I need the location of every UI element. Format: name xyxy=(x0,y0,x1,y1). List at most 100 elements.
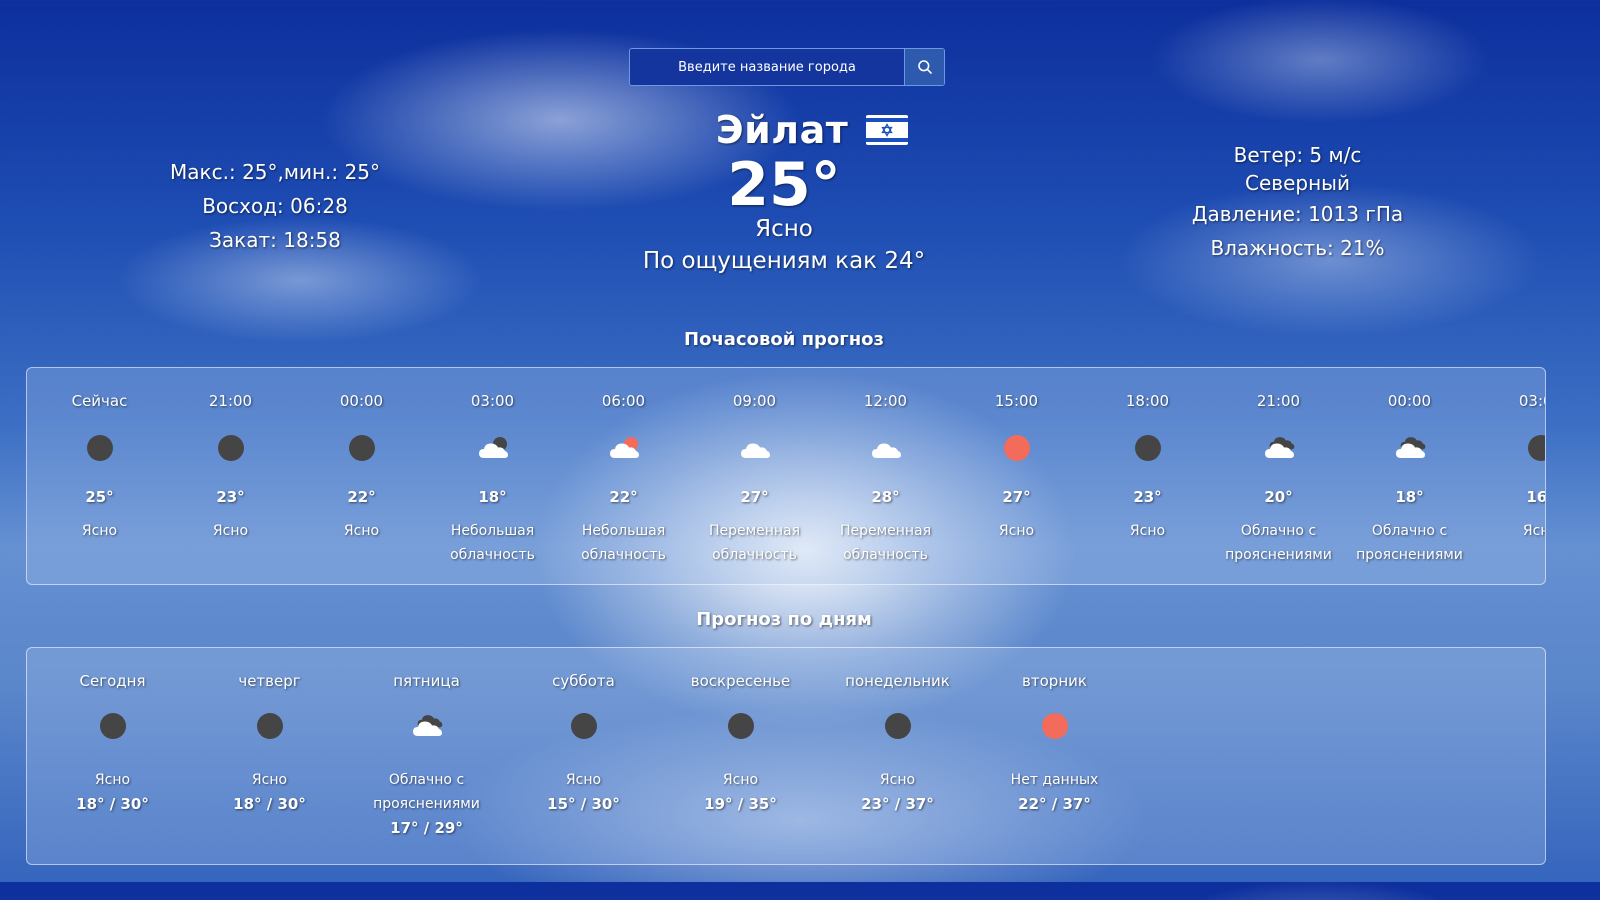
daily-title: Прогноз по дням xyxy=(696,609,872,630)
hourly-temp: 16° xyxy=(1526,488,1545,506)
hourly-time: 09:00 xyxy=(732,392,777,410)
daily-condition-text: Ясно xyxy=(565,772,602,788)
search-button[interactable] xyxy=(904,49,944,85)
cloud-icon xyxy=(739,434,771,462)
daily-temp-range: 19° / 35° xyxy=(704,795,777,813)
wind-direction: Северный xyxy=(1245,171,1350,195)
daily-temp-range: 18° / 30° xyxy=(233,795,306,813)
daily-temp-range: 15° / 30° xyxy=(547,795,620,813)
clouds-icon xyxy=(411,712,443,742)
moon-icon xyxy=(215,434,247,462)
hourly-temp: 27° xyxy=(1002,488,1031,506)
daily-condition: Ясно 15° / 30° xyxy=(505,768,662,816)
hourly-time: 12:00 xyxy=(863,392,908,410)
hourly-temp: 28° xyxy=(871,488,900,506)
weather-details: Ветер: 5 м/с Северный Давление: 1013 гПа… xyxy=(1170,141,1425,265)
hourly-time: 18:00 xyxy=(1125,392,1170,410)
clouds-icon xyxy=(1394,434,1426,462)
daily-day: вторник xyxy=(1022,672,1087,690)
max-min-temp: Макс.: 25°,мин.: 25° xyxy=(170,160,380,184)
moon-icon xyxy=(254,712,286,742)
hourly-temp: 25° xyxy=(85,488,114,506)
daily-temp-range: 23° / 37° xyxy=(861,795,934,813)
pressure: Давление: 1013 гПа xyxy=(1191,202,1404,226)
hourly-time: Сейчас xyxy=(71,392,128,410)
hourly-desc: Ясно xyxy=(212,523,249,539)
search-icon xyxy=(918,60,932,74)
clouds-icon xyxy=(1263,434,1295,462)
moon-icon xyxy=(882,712,914,742)
hourly-time: 06:00 xyxy=(601,392,646,410)
hourly-time: 15:00 xyxy=(994,392,1039,410)
moon-icon xyxy=(84,434,116,462)
hourly-time: 03:00 xyxy=(1518,392,1545,410)
moon-icon xyxy=(97,712,129,742)
daily-day: Сегодня xyxy=(79,672,146,690)
hourly-desc: Ясно xyxy=(81,523,118,539)
hourly-temp: 20° xyxy=(1264,488,1293,506)
city-name: Эйлат xyxy=(715,108,849,152)
hourly-temp: 23° xyxy=(1133,488,1162,506)
hourly-desc: Переменная облачность xyxy=(708,523,801,563)
hourly-temp: 23° xyxy=(216,488,245,506)
daily-condition: Нет данных 22° / 37° xyxy=(976,768,1133,816)
daily-forecast-panel: Сегодня Ясно 18° / 30° четверг Ясно 18° / 30°… xyxy=(26,647,1546,865)
hourly-time: 00:00 xyxy=(1387,392,1432,410)
daily-temp-range: 17° / 29° xyxy=(390,819,463,837)
hourly-forecast-panel[interactable]: Сейчас 25° Ясно 21:00 23° Ясно 00:00 22° Ясно 03:… xyxy=(26,367,1546,585)
daily-day: пятница xyxy=(393,672,460,690)
moon-icon xyxy=(568,712,600,742)
hourly-desc: Небольшая облачность xyxy=(450,523,535,563)
city-search xyxy=(629,48,945,86)
daily-day: суббота xyxy=(552,672,615,690)
hourly-desc: Облачно с прояснениями xyxy=(1356,523,1463,563)
daily-day: понедельник xyxy=(845,672,950,690)
cloud-moon-icon xyxy=(477,434,509,462)
daily-condition-text: Ясно xyxy=(879,772,916,788)
hourly-title: Почасовой прогноз xyxy=(684,329,884,350)
daily-condition-text: Ясно xyxy=(251,772,288,788)
daily-condition: Ясно 18° / 30° xyxy=(191,768,348,816)
daily-condition: Ясно 19° / 35° xyxy=(662,768,819,816)
daily-condition-text: Ясно xyxy=(94,772,131,788)
hourly-time: 00:00 xyxy=(339,392,384,410)
hourly-time: 21:00 xyxy=(1256,392,1301,410)
daily-day: воскресенье xyxy=(690,672,791,690)
cloud-sun-icon xyxy=(608,434,640,462)
hourly-desc: Ясно xyxy=(1129,523,1166,539)
hourly-temp: 18° xyxy=(1395,488,1424,506)
wind-speed: Ветер: 5 м/с xyxy=(1233,143,1362,167)
hourly-temp: 27° xyxy=(740,488,769,506)
humidity: Влажность: 21% xyxy=(1210,236,1385,260)
daily-temp-range: 22° / 37° xyxy=(1018,795,1091,813)
hourly-time: 21:00 xyxy=(208,392,253,410)
daily-condition-text: Нет данных xyxy=(1010,772,1099,788)
sun-icon xyxy=(1001,434,1033,462)
hourly-desc: Ясно xyxy=(1522,523,1545,539)
hourly-desc: Переменная облачность xyxy=(839,523,932,563)
hourly-temp: 18° xyxy=(478,488,507,506)
hourly-temp: 22° xyxy=(609,488,638,506)
cloud-icon xyxy=(870,434,902,462)
daily-condition: Облачно с прояснениями 17° / 29° xyxy=(348,768,505,840)
hourly-time: 03:00 xyxy=(470,392,515,410)
search-input[interactable] xyxy=(630,49,904,85)
hourly-desc: Облачно с прояснениями xyxy=(1225,523,1332,563)
daily-condition: Ясно 23° / 37° xyxy=(819,768,976,816)
daily-condition: Ясно 18° / 30° xyxy=(34,768,191,816)
israel-flag-icon xyxy=(866,115,909,145)
hourly-desc: Небольшая облачность xyxy=(581,523,666,563)
moon-icon xyxy=(1525,434,1545,462)
hourly-desc: Ясно xyxy=(343,523,380,539)
daily-temp-range: 18° / 30° xyxy=(76,795,149,813)
daily-day: четверг xyxy=(238,672,301,690)
sunset-time: Закат: 18:58 xyxy=(209,228,341,252)
moon-icon xyxy=(346,434,378,462)
sunrise-time: Восход: 06:28 xyxy=(202,194,348,218)
sun-icon xyxy=(1039,712,1071,742)
day-details: Макс.: 25°,мин.: 25° Восход: 06:28 Закат… xyxy=(150,155,400,257)
moon-icon xyxy=(1132,434,1164,462)
moon-icon xyxy=(725,712,757,742)
hourly-temp: 22° xyxy=(347,488,376,506)
daily-condition-text: Облачно с прояснениями xyxy=(373,772,480,812)
